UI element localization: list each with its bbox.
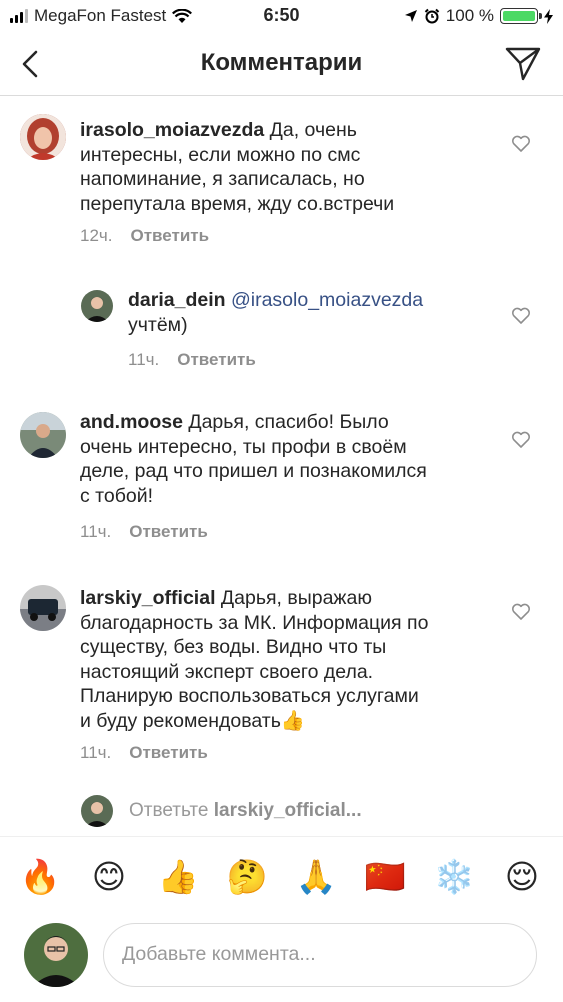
user-avatar[interactable] bbox=[20, 585, 66, 631]
comment-username[interactable]: and.moose bbox=[80, 411, 183, 433]
reply-button[interactable]: Ответить bbox=[129, 522, 208, 541]
fire-emoji-button[interactable]: 🔥 bbox=[18, 857, 62, 897]
page-title: Комментарии bbox=[200, 49, 363, 76]
own-avatar bbox=[24, 923, 88, 987]
comment-meta: 11ч. Ответить bbox=[80, 522, 208, 542]
comment-username[interactable]: larskiy_official bbox=[80, 587, 216, 609]
own-avatar-small bbox=[81, 795, 113, 827]
user-avatar[interactable] bbox=[20, 114, 66, 160]
reply-button[interactable]: Ответить bbox=[177, 350, 256, 369]
comment-time: 11ч. bbox=[80, 743, 112, 762]
status-bar: MegaFon Fastest 6:50 100 % bbox=[0, 0, 563, 34]
comment-meta: 11ч. Ответить bbox=[128, 350, 256, 370]
comment-text: irasolo_moiazvezda Да, очень интересны, … bbox=[80, 119, 395, 215]
like-heart-icon[interactable] bbox=[511, 602, 531, 622]
comment-time: 11ч. bbox=[128, 350, 160, 369]
reply-button[interactable]: Ответить bbox=[131, 226, 210, 245]
comment-input[interactable]: Добавьте коммента... bbox=[103, 923, 537, 987]
charging-icon bbox=[544, 8, 553, 24]
comment-time: 11ч. bbox=[80, 522, 112, 541]
pray-emoji-button[interactable]: 🙏 bbox=[294, 857, 338, 897]
comment-text: daria_dein @irasolo_moiazvezda учтём) bbox=[128, 289, 424, 336]
like-heart-icon[interactable] bbox=[511, 306, 531, 326]
comment-composer: Добавьте коммента... bbox=[0, 917, 563, 1002]
thumbs-up-emoji-button[interactable]: 👍 bbox=[156, 857, 200, 897]
direct-send-icon[interactable] bbox=[503, 43, 543, 83]
location-icon bbox=[404, 10, 417, 22]
comment-username[interactable]: irasolo_moiazvezda bbox=[80, 119, 264, 141]
china-flag-emoji-button[interactable]: 🇨🇳 bbox=[363, 857, 407, 897]
comment-meta: 11ч. Ответить bbox=[80, 743, 208, 763]
battery-icon bbox=[500, 8, 542, 24]
comment-text: and.moose Дарья, спасибо! Было очень инт… bbox=[80, 411, 427, 507]
comment-meta: 12ч. Ответить bbox=[80, 226, 209, 246]
relieved-emoji-button[interactable]: 😌 bbox=[500, 857, 544, 897]
emoji-quick-bar: 🔥 😊 👍 🤔 🙏 🇨🇳 ❄️ 😌 bbox=[0, 836, 563, 916]
mention-link[interactable]: @irasolo_moiazvezda bbox=[231, 289, 423, 311]
header: Комментарии bbox=[0, 34, 563, 96]
snowflake-emoji-button[interactable]: ❄️ bbox=[432, 857, 476, 897]
comment-time: 12ч. bbox=[80, 226, 113, 245]
comment-text: larskiy_official Дарья, выражаю благодар… bbox=[80, 587, 429, 732]
reply-prompt[interactable]: Ответьте larskiy_official... bbox=[129, 800, 362, 822]
comment-username[interactable]: daria_dein bbox=[128, 289, 226, 311]
like-heart-icon[interactable] bbox=[511, 430, 531, 450]
alarm-icon bbox=[424, 8, 440, 24]
like-heart-icon[interactable] bbox=[511, 134, 531, 154]
smile-emoji-button[interactable]: 😊 bbox=[87, 857, 131, 897]
user-avatar[interactable] bbox=[81, 290, 113, 322]
thinking-emoji-button[interactable]: 🤔 bbox=[225, 857, 269, 897]
reply-button[interactable]: Ответить bbox=[129, 743, 208, 762]
user-avatar[interactable] bbox=[20, 412, 66, 458]
battery-percent: 100 % bbox=[445, 6, 494, 25]
